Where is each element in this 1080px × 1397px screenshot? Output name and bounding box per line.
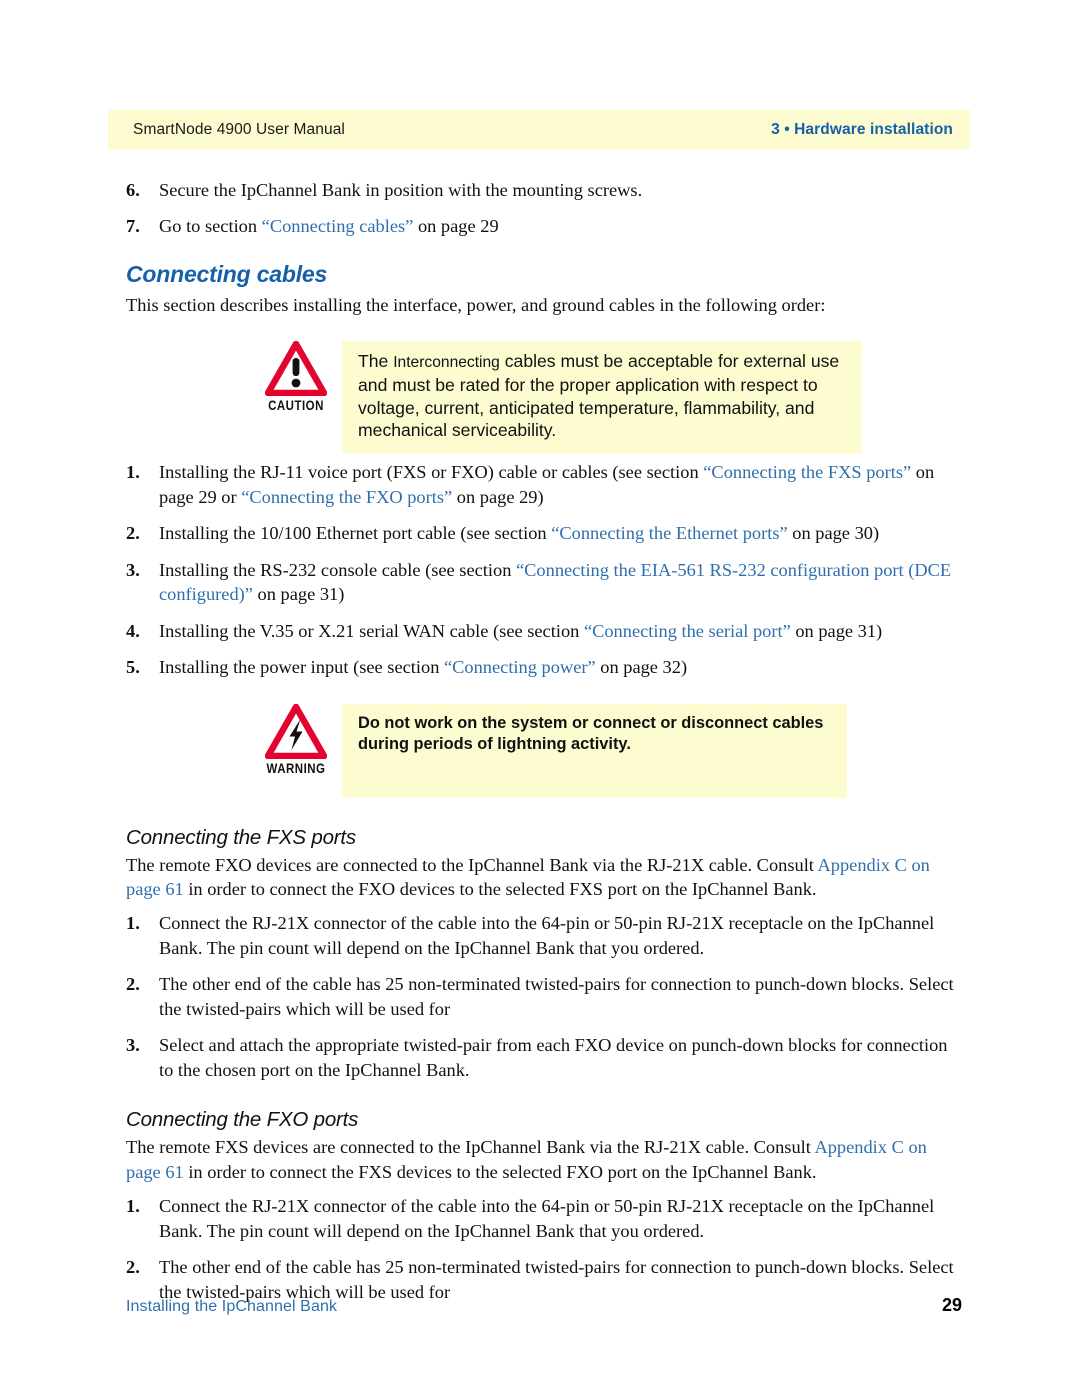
text-run: in order to connect the FXO devices to t… bbox=[183, 879, 817, 899]
text-run: Installing the RJ-11 voice port (FXS or … bbox=[159, 462, 704, 483]
list-item-number: 6. bbox=[126, 180, 140, 200]
list-item-text: Installing the V.35 or X.21 serial WAN c… bbox=[159, 621, 882, 641]
warning-icon-group: WARNING bbox=[258, 703, 334, 776]
list-item: 3. Select and attach the appropriate twi… bbox=[126, 1033, 962, 1082]
cross-reference-link[interactable]: “Connecting the FXS ports” bbox=[703, 462, 911, 482]
warning-text: Do not work on the system or connect or … bbox=[342, 703, 847, 798]
cable-steps-list: 1. Installing the RJ-11 voice port (FXS … bbox=[126, 460, 962, 679]
list-item-number: 2. bbox=[126, 1257, 140, 1278]
text-run: Installing the RS-232 console cable (see… bbox=[159, 559, 516, 580]
text-run: on page 31) bbox=[252, 584, 345, 605]
cross-reference-link[interactable]: “Connecting the FXO ports” bbox=[241, 487, 452, 507]
list-item-text: Connect the RJ-21X connector of the cabl… bbox=[159, 1196, 935, 1241]
cross-reference-link[interactable]: “Connecting cables” bbox=[262, 216, 414, 236]
list-item: 4. Installing the V.35 or X.21 serial WA… bbox=[126, 619, 962, 643]
fxo-intro-paragraph: The remote FXS devices are connected to … bbox=[126, 1135, 962, 1184]
text-run: on page 31) bbox=[790, 620, 883, 641]
warning-admonition: WARNING Do not work on the system or con… bbox=[126, 703, 962, 800]
list-item-number: 4. bbox=[126, 620, 140, 641]
list-item: 3. Installing the RS-232 console cable (… bbox=[126, 558, 962, 607]
header-chapter-title: 3 • Hardware installation bbox=[771, 121, 953, 138]
text-run: The remote FXO devices are connected to … bbox=[126, 854, 818, 875]
text-run: Installing the power input (see section bbox=[159, 657, 444, 678]
list-item-number: 3. bbox=[126, 559, 140, 580]
page-footer: Installing the IpChannel Bank 29 bbox=[126, 1295, 962, 1316]
list-item-text: Secure the IpChannel Bank in position wi… bbox=[159, 180, 643, 200]
subheading-connecting-fxs-ports: Connecting the FXS ports bbox=[126, 825, 356, 849]
caution-text-lead: The bbox=[358, 351, 394, 372]
list-item-number: 1. bbox=[126, 1196, 140, 1217]
list-item-text: Installing the RJ-11 voice port (FXS or … bbox=[159, 462, 934, 506]
list-item: 6. Secure the IpChannel Bank in position… bbox=[126, 178, 962, 202]
text-run: on page 32) bbox=[595, 657, 688, 678]
warning-lightning-triangle-icon bbox=[258, 703, 334, 759]
list-item-text: Select and attach the appropriate twiste… bbox=[159, 1035, 948, 1080]
list-item-text: Installing the power input (see section … bbox=[159, 657, 687, 677]
list-item-number: 2. bbox=[126, 974, 140, 995]
text-run: on page 30) bbox=[787, 523, 880, 544]
cross-reference-link[interactable]: “Connecting the Ethernet ports” bbox=[551, 523, 787, 543]
footer-page-number: 29 bbox=[941, 1295, 962, 1315]
text-run: The remote FXS devices are connected to … bbox=[126, 1137, 815, 1158]
subheading-connecting-fxo-ports: Connecting the FXO ports bbox=[126, 1108, 359, 1132]
list-item-number: 3. bbox=[126, 1035, 140, 1056]
list-item-text-pre: Go to section bbox=[159, 216, 262, 237]
list-item: 1. Installing the RJ-11 voice port (FXS … bbox=[126, 460, 962, 509]
running-header: SmartNode 4900 User Manual 3 • Hardware … bbox=[108, 110, 970, 150]
header-manual-title: SmartNode 4900 User Manual bbox=[133, 121, 345, 138]
list-item-text: Connect the RJ-21X connector of the cabl… bbox=[159, 913, 935, 958]
list-item-number: 1. bbox=[126, 462, 140, 483]
text-run: Installing the 10/100 Ethernet port cabl… bbox=[159, 523, 552, 544]
caution-text-emphasis: Interconnecting bbox=[393, 354, 500, 372]
cross-reference-link[interactable]: “Connecting power” bbox=[444, 657, 596, 677]
page-content: 6. Secure the IpChannel Bank in position… bbox=[126, 178, 962, 1316]
list-item-text: The other end of the cable has 25 non-te… bbox=[159, 974, 954, 1019]
footer-section-title: Installing the IpChannel Bank bbox=[126, 1298, 338, 1315]
caution-label: CAUTION bbox=[268, 397, 324, 414]
list-item-number: 2. bbox=[126, 523, 140, 544]
list-item: 5. Installing the power input (see secti… bbox=[126, 655, 962, 679]
document-page: SmartNode 4900 User Manual 3 • Hardware … bbox=[0, 0, 1080, 1397]
list-item: 1. Connect the RJ-21X connector of the c… bbox=[126, 911, 962, 960]
section-intro-paragraph: This section describes installing the in… bbox=[126, 294, 826, 315]
text-run: in order to connect the FXS devices to t… bbox=[183, 1161, 817, 1182]
text-run: on page 29) bbox=[452, 486, 544, 507]
list-item-number: 1. bbox=[126, 913, 140, 934]
list-item: 7. Go to section “Connecting cables” on … bbox=[126, 214, 962, 238]
list-item-text-post: on page 29 bbox=[413, 216, 499, 237]
list-item: 1. Connect the RJ-21X connector of the c… bbox=[126, 1194, 962, 1243]
caution-icon-group: CAUTION bbox=[258, 341, 334, 413]
text-run: Installing the V.35 or X.21 serial WAN c… bbox=[159, 620, 584, 641]
list-item: 2. Installing the 10/100 Ethernet port c… bbox=[126, 521, 962, 545]
warning-label: WARNING bbox=[266, 759, 326, 776]
caution-triangle-icon bbox=[258, 341, 334, 397]
cross-reference-link[interactable]: “Connecting the serial port” bbox=[584, 621, 791, 641]
list-item-number: 5. bbox=[126, 657, 140, 678]
list-item-number: 7. bbox=[126, 216, 140, 237]
list-item: 2. The other end of the cable has 25 non… bbox=[126, 972, 962, 1021]
section-heading-connecting-cables: Connecting cables bbox=[126, 260, 328, 287]
list-item-text: Installing the RS-232 console cable (see… bbox=[159, 560, 951, 604]
fxs-intro-paragraph: The remote FXO devices are connected to … bbox=[126, 853, 962, 902]
list-item-text: Installing the 10/100 Ethernet port cabl… bbox=[159, 523, 879, 543]
caution-text: The Interconnecting cables must be accep… bbox=[342, 341, 862, 455]
caution-admonition: CAUTION The Interconnecting cables must … bbox=[126, 341, 962, 455]
